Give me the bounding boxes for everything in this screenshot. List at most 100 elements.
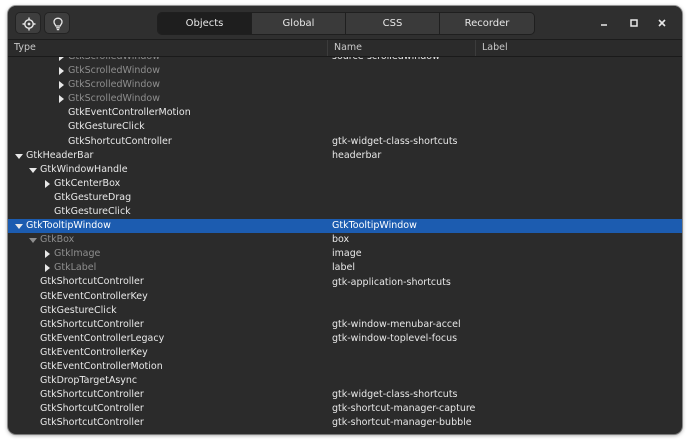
type-label: GtkScrolledWindow (68, 57, 160, 64)
collapse-arrow-icon[interactable] (14, 219, 26, 233)
type-cell: GtkEventControllerLegacy (28, 332, 164, 346)
tree-row[interactable]: GtkShortcutController gtk-window-menubar-… (8, 318, 682, 332)
tree-row[interactable]: GtkGestureClick (8, 205, 682, 219)
tree-row[interactable]: GtkShortcutController gtk-application-sho… (8, 276, 682, 290)
name-cell: gtk-widget-class-shortcuts (332, 389, 458, 401)
tree-row[interactable]: GtkImage image (8, 247, 682, 261)
maximize-button[interactable] (626, 15, 642, 31)
tree-row[interactable]: GtkEventControllerKey (8, 290, 682, 304)
column-label[interactable]: Label (476, 40, 682, 56)
type-cell: GtkShortcutController (28, 416, 144, 430)
type-cell: GtkGestureClick (56, 120, 145, 134)
type-label: GtkCenterBox (54, 177, 121, 189)
close-icon (658, 19, 666, 27)
tab-css[interactable]: CSS (346, 13, 440, 34)
type-label: GtkTooltipWindow (26, 220, 111, 232)
name-cell: gtk-window-menubar-accel (332, 318, 461, 330)
tree-row[interactable]: GtkTooltipWindow GtkTooltipWindow (8, 219, 682, 234)
tree-row[interactable]: GtkEventControllerKey (8, 346, 682, 360)
type-label: GtkShortcutController (40, 318, 144, 330)
type-label: GtkDropTargetAsync (40, 375, 138, 387)
expand-arrow-icon[interactable] (42, 261, 54, 275)
tab-global[interactable]: Global (252, 13, 346, 34)
type-label: GtkScrolledWindow (68, 93, 160, 105)
tab-objects[interactable]: Objects (158, 13, 252, 34)
type-label: GtkImage (54, 248, 101, 260)
collapse-arrow-icon[interactable] (28, 163, 40, 177)
column-header: Type Name Label (8, 40, 682, 57)
name-cell: gtk-shortcut-manager-bubble (332, 417, 472, 429)
tree-row[interactable]: GtkShortcutController gtk-shortcut-manage… (8, 416, 682, 430)
expand-arrow-icon[interactable] (42, 247, 54, 261)
tree-row[interactable]: GtkEventControllerMotion (8, 106, 682, 120)
tree-row[interactable]: GtkGestureDrag (8, 191, 682, 205)
tree-row[interactable]: GtkHeaderBar headerbar (8, 149, 682, 163)
tree-row[interactable]: GtkBox box (8, 233, 682, 247)
type-label: GtkLabel (54, 262, 97, 274)
type-cell: GtkGestureClick (28, 304, 117, 318)
tree-row[interactable]: GtkShortcutController gtk-shortcut-manage… (8, 402, 682, 416)
type-label: GtkWindowHandle (40, 163, 128, 175)
tree-row[interactable]: GtkScrolledWindow (8, 64, 682, 78)
tree-row[interactable]: GtkScrolledWindow (8, 78, 682, 92)
tree-row[interactable]: GtkScrolledWindow source-scrolledwindow (8, 57, 682, 64)
select-object-button[interactable] (15, 12, 41, 34)
close-button[interactable] (654, 15, 670, 31)
maximize-icon (630, 19, 638, 27)
expand-arrow-icon[interactable] (56, 64, 68, 78)
type-label: GtkShortcutController (40, 389, 144, 401)
type-cell: GtkDropTargetAsync (28, 374, 137, 388)
tree-row[interactable]: GtkCenterBox (8, 177, 682, 191)
tree-row[interactable]: GtkEventControllerMotion (8, 360, 682, 374)
type-label: GtkGestureClick (68, 121, 145, 133)
name-cell: gtk-shortcut-manager-capture (332, 403, 476, 415)
type-cell: GtkScrolledWindow (56, 78, 160, 92)
type-cell: GtkHeaderBar (14, 149, 93, 163)
type-label: GtkShortcutController (40, 403, 144, 415)
type-label: GtkEventControllerMotion (40, 361, 163, 373)
type-cell: GtkShortcutController (28, 388, 144, 402)
collapse-arrow-icon[interactable] (14, 149, 26, 163)
type-label: GtkGestureClick (54, 205, 131, 217)
visual-debugging-button[interactable] (44, 12, 70, 34)
type-cell: GtkBox (28, 233, 74, 247)
tree-row[interactable]: GtkWindowHandle (8, 163, 682, 177)
column-name[interactable]: Name (328, 40, 476, 56)
minimize-icon (601, 24, 607, 26)
tab-recorder[interactable]: Recorder (440, 13, 534, 34)
collapse-arrow-icon[interactable] (28, 233, 40, 247)
name-cell: image (332, 248, 362, 260)
tree-row[interactable]: GtkGestureClick (8, 120, 682, 134)
column-type[interactable]: Type (8, 40, 328, 56)
tree-row[interactable]: GtkShortcutController gtk-widget-class-sh… (8, 388, 682, 402)
minimize-button[interactable] (596, 15, 612, 31)
tree-row[interactable]: GtkGestureClick (8, 304, 682, 318)
tree-row[interactable]: GtkLabel label (8, 261, 682, 275)
tree-row[interactable]: GtkEventControllerLegacy gtk-window-tople… (8, 332, 682, 346)
type-label: GtkGestureClick (40, 304, 117, 316)
lightbulb-icon (53, 17, 63, 31)
type-label: GtkBox (40, 234, 75, 246)
page-switcher: Objects Global CSS Recorder (157, 12, 535, 35)
type-cell: GtkTooltipWindow (14, 219, 111, 233)
expand-arrow-icon[interactable] (56, 92, 68, 106)
expand-arrow-icon[interactable] (56, 78, 68, 92)
expand-arrow-icon[interactable] (42, 177, 54, 191)
name-cell: gtk-application-shortcuts (332, 276, 451, 288)
expand-arrow-icon[interactable] (56, 57, 68, 64)
tree-row[interactable]: GtkDropTargetAsync (8, 374, 682, 388)
type-label: GtkShortcutController (68, 135, 172, 147)
tree-row[interactable]: GtkShortcutController gtk-widget-class-sh… (8, 135, 682, 149)
tree-row[interactable]: GtkScrolledWindow (8, 92, 682, 106)
type-cell: GtkScrolledWindow (56, 57, 160, 64)
type-label: GtkHeaderBar (26, 149, 94, 161)
